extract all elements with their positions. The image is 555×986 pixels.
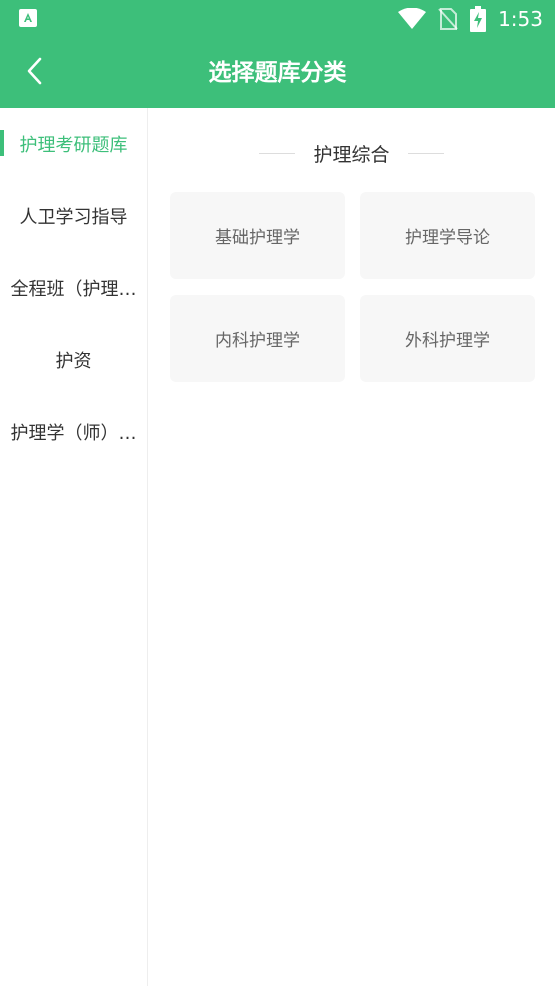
app-bar: 选择题库分类: [0, 38, 555, 108]
card-label: 基础护理学: [215, 228, 300, 248]
sidebar-item-renwei-guide[interactable]: 人卫学习指导: [0, 180, 147, 252]
category-content: 护理综合 基础护理学 护理学导论 内科护理学 外科护理学: [148, 108, 555, 986]
category-sidebar: 护理考研题库 人卫学习指导 全程班（护理… 护资 护理学（师）…: [0, 108, 148, 986]
status-bar: 1:53: [0, 0, 555, 38]
sidebar-item-nursing-postgrad[interactable]: 护理考研题库: [0, 108, 147, 180]
active-indicator: [0, 130, 4, 156]
card-label: 外科护理学: [405, 331, 490, 351]
card-label: 护理学导论: [405, 228, 490, 248]
wifi-icon: [398, 8, 427, 30]
card-surgical-nursing[interactable]: 外科护理学: [360, 295, 535, 382]
card-basic-nursing[interactable]: 基础护理学: [170, 192, 345, 279]
battery-charging-icon: [470, 6, 487, 32]
card-nursing-intro[interactable]: 护理学导论: [360, 192, 535, 279]
sidebar-item-label: 全程班（护理…: [10, 279, 137, 300]
divider: [407, 152, 444, 154]
sidebar-item-nursing-qualification[interactable]: 护资: [0, 324, 147, 396]
sidebar-item-label: 人卫学习指导: [19, 207, 128, 228]
card-internal-nursing[interactable]: 内科护理学: [170, 295, 345, 382]
chevron-left-icon: [25, 56, 43, 90]
sidebar-item-nursing-teacher[interactable]: 护理学（师）…: [0, 396, 147, 468]
section-header: 护理综合: [148, 136, 555, 170]
app-a-icon: [19, 9, 37, 27]
no-sim-icon: [438, 7, 458, 31]
header: 1:53 选择题库分类: [0, 0, 555, 108]
back-button[interactable]: [14, 52, 54, 94]
card-label: 内科护理学: [215, 331, 300, 351]
status-time: 1:53: [498, 7, 543, 31]
sidebar-item-label: 护理学（师）…: [10, 423, 137, 444]
sidebar-item-full-course[interactable]: 全程班（护理…: [0, 252, 147, 324]
sidebar-item-label: 护资: [55, 351, 92, 372]
section-title: 护理综合: [313, 143, 390, 166]
page-title: 选择题库分类: [208, 60, 347, 86]
sidebar-item-label: 护理考研题库: [19, 135, 128, 156]
divider: [259, 152, 296, 154]
